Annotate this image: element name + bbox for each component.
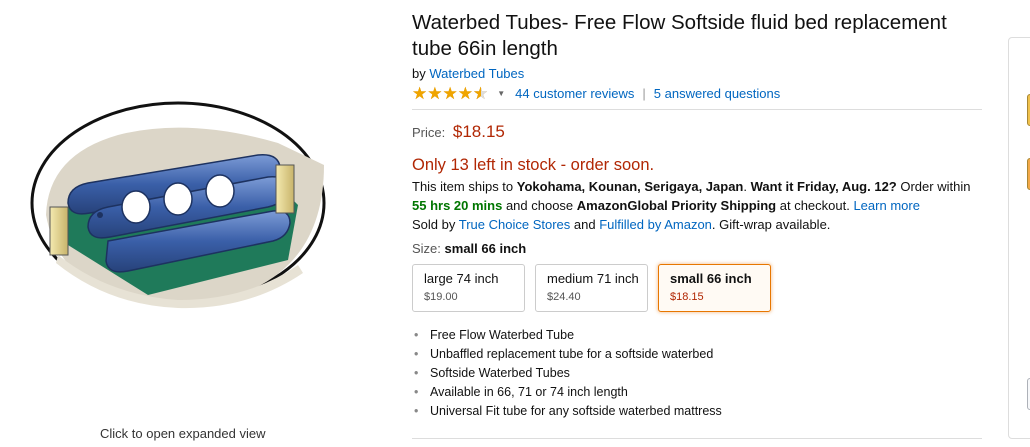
size-option-price: $19.00 xyxy=(424,291,458,303)
star-rating[interactable]: ★ ★ ★ ★ ★ xyxy=(412,85,488,102)
size-option-name: large 74 inch xyxy=(424,271,499,286)
reviews-link[interactable]: 44 customer reviews xyxy=(515,86,634,101)
feature-bullet: Available in 66, 71 or 74 inch length xyxy=(412,383,984,402)
product-title: Waterbed Tubes- Free Flow Softside fluid… xyxy=(412,11,947,60)
feature-bullet: Free Flow Waterbed Tube xyxy=(412,326,984,345)
size-option-medium[interactable]: medium 71 inch $24.40 xyxy=(535,264,648,312)
size-option-price: $24.40 xyxy=(547,291,581,303)
seller-link[interactable]: True Choice Stores xyxy=(459,217,571,232)
shipping-method: AmazonGlobal Priority Shipping xyxy=(576,198,777,213)
bottom-divider xyxy=(412,438,982,439)
shipping-info: This item ships to Yokohama, Kounan, Ser… xyxy=(412,177,984,234)
order-countdown: 55 hrs 20 mins xyxy=(412,198,503,213)
size-label: Size: small 66 inch xyxy=(412,241,984,256)
expand-view-link[interactable]: Click to open expanded view xyxy=(100,426,266,441)
learn-more-link[interactable]: Learn more xyxy=(853,198,919,213)
product-image[interactable] xyxy=(28,95,328,310)
feature-bullet: Universal Fit tube for any softside wate… xyxy=(412,402,984,421)
feature-bullets: Free Flow Waterbed Tube Unbaffled replac… xyxy=(412,326,984,421)
price-value: $18.15 xyxy=(452,122,505,141)
sold-by-text: Sold by xyxy=(412,217,459,232)
chevron-down-icon[interactable]: ▼ xyxy=(497,89,505,98)
size-option-large[interactable]: large 74 inch $19.00 xyxy=(412,264,525,312)
feature-bullet: Softside Waterbed Tubes xyxy=(412,364,984,383)
answered-questions-link[interactable]: 5 answered questions xyxy=(654,86,780,101)
image-panel: Click to open expanded view xyxy=(0,0,400,447)
gift-wrap-text: . Gift-wrap available. xyxy=(711,217,831,232)
byline: by Waterbed Tubes xyxy=(412,66,984,81)
size-label-text: Size: xyxy=(412,241,441,256)
size-option-small[interactable]: small 66 inch $18.15 xyxy=(658,264,771,312)
star-icon: ★ xyxy=(412,83,428,103)
size-option-price: $18.15 xyxy=(670,291,704,303)
ship-text: Order within xyxy=(896,179,971,194)
separator: | xyxy=(642,85,646,101)
half-star-icon: ★ xyxy=(473,85,488,102)
stock-warning: Only 13 left in stock - order soon. xyxy=(412,156,655,174)
ship-location: Yokohama, Kounan, Serigaya, Japan xyxy=(516,179,744,194)
star-icon: ★ xyxy=(427,83,443,103)
size-options: large 74 inch $19.00 medium 71 inch $24.… xyxy=(412,264,984,312)
size-selected: small 66 inch xyxy=(444,241,527,256)
divider xyxy=(412,109,982,110)
ship-text: and xyxy=(570,217,600,232)
by-prefix: by xyxy=(412,66,426,81)
brand-link[interactable]: Waterbed Tubes xyxy=(429,66,524,81)
price-row: Price: $18.15 xyxy=(412,122,984,142)
star-icon: ★ xyxy=(442,83,458,103)
product-details: Waterbed Tubes- Free Flow Softside fluid… xyxy=(412,10,984,421)
star-icon: ★ xyxy=(457,83,473,103)
price-label: Price: xyxy=(412,125,446,140)
rating-row: ★ ★ ★ ★ ★ ▼ 44 customer reviews | 5 answ… xyxy=(412,84,984,102)
ship-text: at checkout. xyxy=(776,198,854,213)
fulfilled-by-amazon-link[interactable]: Fulfilled by Amazon xyxy=(599,217,712,232)
ship-text: This item ships to xyxy=(412,179,517,194)
ship-text: . xyxy=(743,179,751,194)
delivery-date: Want it Friday, Aug. 12? xyxy=(750,179,897,194)
size-option-name: small 66 inch xyxy=(670,271,752,286)
size-option-name: medium 71 inch xyxy=(547,271,639,286)
feature-bullet: Unbaffled replacement tube for a softsid… xyxy=(412,345,984,364)
ship-text: and choose xyxy=(502,198,577,213)
